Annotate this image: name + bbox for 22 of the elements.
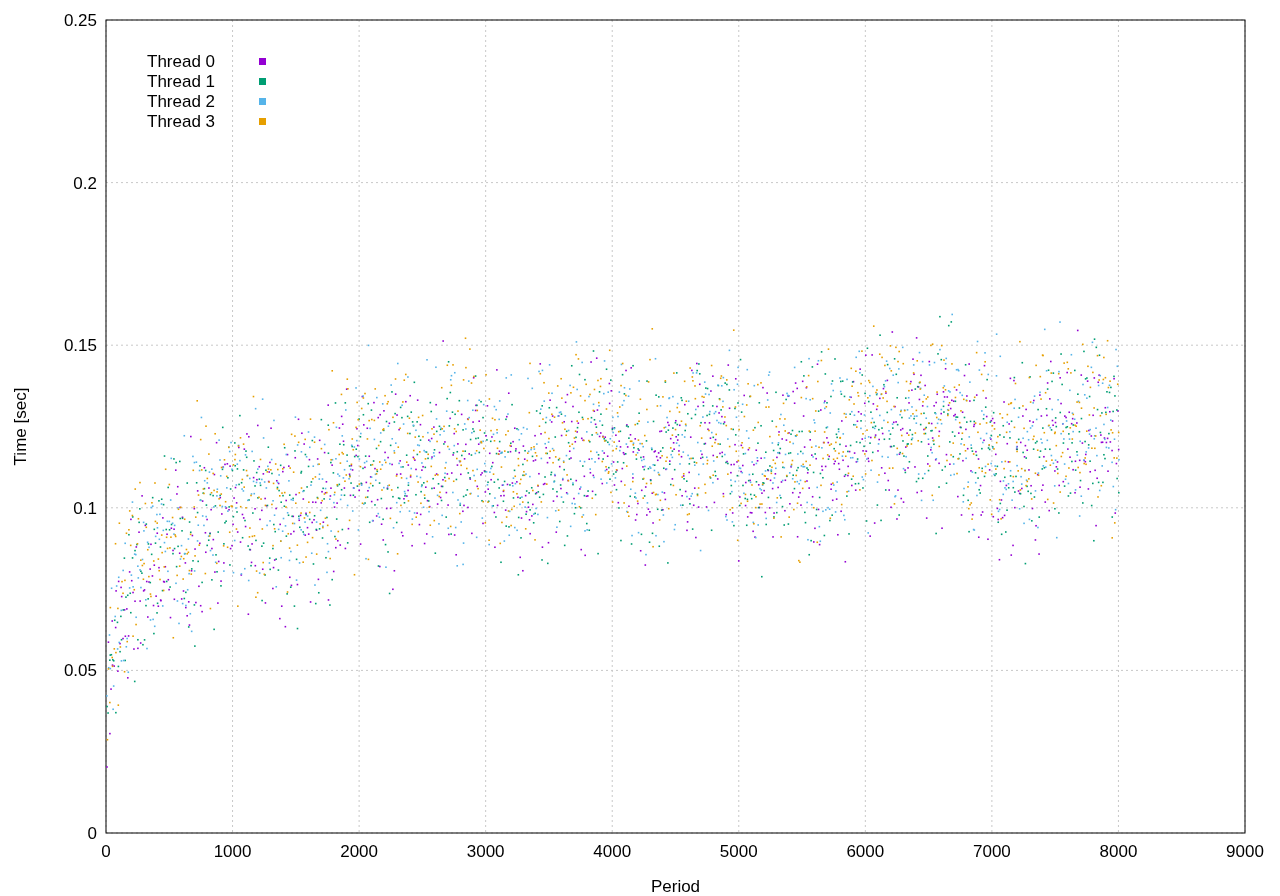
x-tick-label: 4000: [593, 842, 632, 861]
x-tick-label: 1000: [213, 842, 252, 861]
legend-label: Thread 2: [147, 92, 216, 111]
legend-label: Thread 3: [147, 112, 216, 131]
x-tick-label: 9000: [1226, 842, 1264, 861]
y-tick-label: 0.1: [73, 498, 97, 518]
legend-label: Thread 1: [147, 72, 216, 91]
y-tick-label: 0: [87, 824, 97, 843]
legend-label: Thread 0: [147, 52, 216, 71]
x-tick-label: 8000: [1099, 842, 1138, 861]
x-axis-label: Period: [650, 877, 701, 896]
y-tick-label: 0.05: [63, 661, 97, 681]
x-tick-label: 0: [101, 842, 111, 861]
y-tick-label: 0.25: [63, 11, 97, 30]
x-tick-label: 3000: [466, 842, 505, 861]
x-tick-label: 5000: [719, 842, 758, 861]
y-axis-label: Time [sec]: [11, 387, 30, 466]
x-tick-label: 2000: [340, 842, 379, 861]
x-tick-label: 6000: [846, 842, 885, 861]
y-tick-label: 0.15: [63, 336, 97, 356]
x-tick-label: 7000: [972, 842, 1011, 861]
y-tick-label: 0.2: [73, 173, 97, 193]
